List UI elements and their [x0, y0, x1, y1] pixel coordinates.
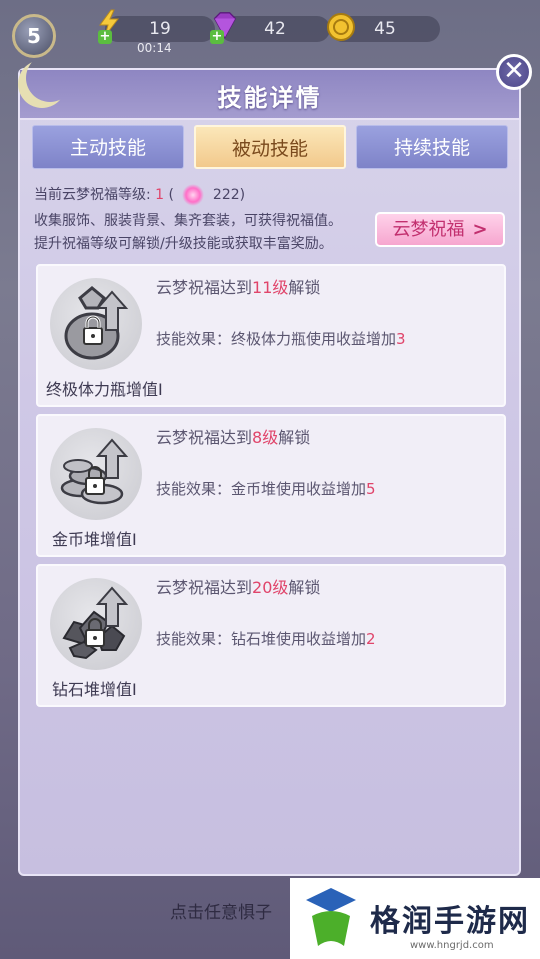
stamina-timer: 00:14: [137, 41, 172, 55]
skill-name: 金币堆增值I: [52, 530, 137, 549]
gem-value: 42: [264, 19, 286, 39]
effect-prefix: 技能效果：终极体力瓶使用收益增加: [156, 330, 397, 348]
blessing-points: 222): [212, 187, 246, 203]
player-level-badge[interactable]: 5: [12, 14, 56, 58]
blessing-button-label: 云梦祝福: [392, 219, 465, 240]
skill-details-panel: 技能详情 主动技能 被动技能 持续技能 当前云梦祝福等级: 1 ( 222) 收…: [18, 68, 521, 876]
blessing-level-value: 1: [155, 187, 165, 203]
locked-coin-pile-icon: [50, 428, 142, 520]
blessing-desc-2: 提升祝福等级可解锁/升级技能或获取丰富奖励。: [34, 236, 333, 252]
skill-name: 钻石堆增值I: [52, 680, 137, 699]
panel-title: 技能详情: [217, 84, 322, 112]
chevron-right-icon: >: [472, 219, 488, 240]
skill-name: 终极体力瓶增值I: [46, 380, 163, 399]
watermark-text: 格润手游网: [370, 904, 530, 939]
effect-value: 2: [366, 630, 376, 648]
stamina-value: 19: [149, 19, 171, 39]
blessing-star-icon: [182, 184, 205, 206]
tab-continuous-skills[interactable]: 持续技能: [356, 125, 508, 169]
unlock-suffix: 解锁: [288, 578, 321, 597]
effect-prefix: 技能效果：金币堆使用收益增加: [156, 480, 367, 498]
skill-effect: 技能效果：钻石堆使用收益增加2: [156, 628, 376, 649]
unlock-level: 11级: [252, 278, 289, 297]
effect-value: 5: [366, 480, 376, 498]
unlock-prefix: 云梦祝福达到: [156, 278, 253, 297]
watermark-url: www.hngrjd.com: [410, 940, 494, 951]
cloud-dream-blessing-button[interactable]: 云梦祝福 >: [375, 212, 505, 247]
add-stamina-button[interactable]: +: [98, 30, 112, 44]
locked-potion-icon: [50, 278, 142, 370]
skill-card[interactable]: 云梦祝福达到11级解锁 技能效果：终极体力瓶使用收益增加3 终极体力瓶增值I: [36, 264, 506, 407]
add-gem-button[interactable]: +: [210, 30, 224, 44]
effect-value: 3: [396, 330, 406, 348]
panel-header: 技能详情: [20, 70, 519, 120]
tab-passive-skills[interactable]: 被动技能: [194, 125, 346, 169]
skill-card[interactable]: 云梦祝福达到8级解锁 技能效果：金币堆使用收益增加5 金币堆增值I: [36, 414, 506, 557]
locked-diamond-pile-icon: [50, 578, 142, 670]
blessing-level-line: 当前云梦祝福等级: 1 ( 222): [34, 184, 245, 206]
paren-open: (: [168, 187, 175, 203]
effect-prefix: 技能效果：钻石堆使用收益增加: [156, 630, 367, 648]
blessing-desc-1: 收集服饰、服装背景、集齐套装，可获得祝福值。: [34, 213, 342, 229]
skill-card[interactable]: 云梦祝福达到20级解锁 技能效果：钻石堆使用收益增加2 钻石堆增值I: [36, 564, 506, 707]
blessing-level-label: 当前云梦祝福等级:: [34, 187, 151, 203]
skill-effect: 技能效果：终极体力瓶使用收益增加3: [156, 328, 406, 349]
unlock-condition: 云梦祝福达到20级解锁: [156, 574, 320, 598]
watermark-logo-icon: [306, 888, 356, 946]
tap-anywhere-hint: 点击任意惧子: [170, 903, 272, 923]
unlock-suffix: 解锁: [288, 278, 321, 297]
top-hud: 5 19 + 00:14 42 + 45: [0, 0, 540, 62]
unlock-level: 8级: [252, 428, 279, 447]
skill-effect: 技能效果：金币堆使用收益增加5: [156, 478, 376, 499]
unlock-condition: 云梦祝福达到11级解锁: [156, 274, 320, 298]
unlock-prefix: 云梦祝福达到: [156, 578, 253, 597]
coin-icon: [327, 13, 355, 41]
site-watermark: 格润手游网 www.hngrjd.com: [290, 878, 540, 959]
unlock-level: 20级: [252, 578, 289, 597]
unlock-condition: 云梦祝福达到8级解锁: [156, 424, 310, 448]
tab-active-skills[interactable]: 主动技能: [32, 125, 184, 169]
unlock-suffix: 解锁: [278, 428, 311, 447]
coin-value: 45: [374, 19, 396, 39]
close-button[interactable]: ✕: [496, 54, 532, 90]
unlock-prefix: 云梦祝福达到: [156, 428, 253, 447]
